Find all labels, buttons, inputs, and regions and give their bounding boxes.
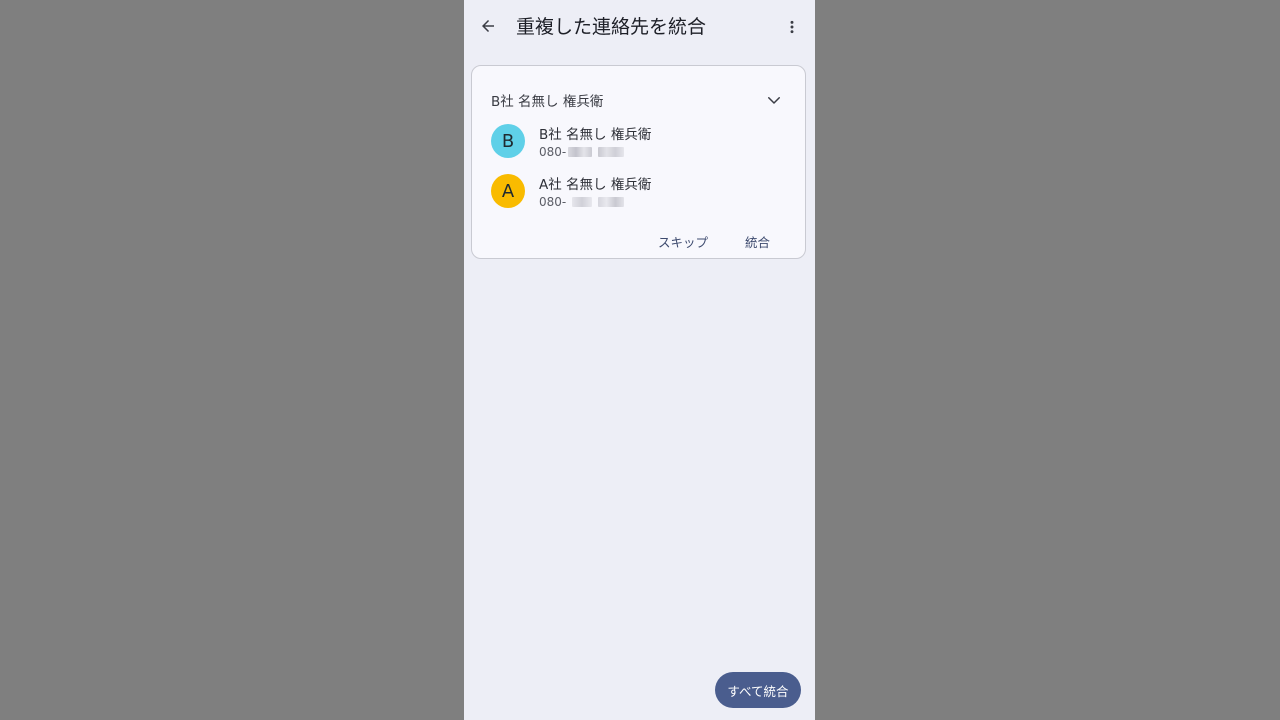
page-title: 重複した連絡先を統合 (516, 16, 707, 38)
card-header-title: B社 名無し 権兵衛 (491, 94, 604, 110)
arrow-back-icon (482, 20, 494, 32)
expand-button[interactable] (763, 89, 785, 111)
redacted-number (598, 147, 625, 157)
redacted-number (598, 197, 625, 207)
more-vert-icon (790, 20, 794, 34)
more-options-button[interactable] (781, 15, 803, 39)
redacted-number (572, 197, 593, 207)
contact-item: A A社 名無し 権兵衛 080- (491, 174, 791, 214)
skip-button[interactable]: スキップ (658, 232, 708, 251)
chevron-down-icon (768, 97, 780, 104)
back-button[interactable] (476, 14, 500, 38)
contact-phone: 080- (539, 145, 625, 159)
contact-phone: 080- (539, 195, 625, 209)
phone-screen: 重複した連絡先を統合 B社 名無し 権兵衛 B B社 名無し 権兵衛 080- (464, 0, 815, 720)
contact-name: A社 名無し 権兵衛 (539, 177, 652, 193)
contact-item: B B社 名無し 権兵衛 080- (491, 124, 791, 164)
duplicate-suggestion-card: B社 名無し 権兵衛 B B社 名無し 権兵衛 080- A A社 名無し 権兵… (471, 65, 806, 259)
avatar: A (491, 174, 525, 208)
redacted-number (568, 147, 593, 157)
avatar: B (491, 124, 525, 158)
phone-prefix: 080- (539, 195, 567, 209)
phone-prefix: 080- (539, 145, 567, 159)
contact-name: B社 名無し 権兵衛 (539, 127, 652, 143)
app-bar: 重複した連絡先を統合 (464, 0, 815, 56)
merge-button[interactable]: 統合 (745, 232, 770, 251)
merge-all-button[interactable]: すべて統合 (715, 672, 801, 708)
